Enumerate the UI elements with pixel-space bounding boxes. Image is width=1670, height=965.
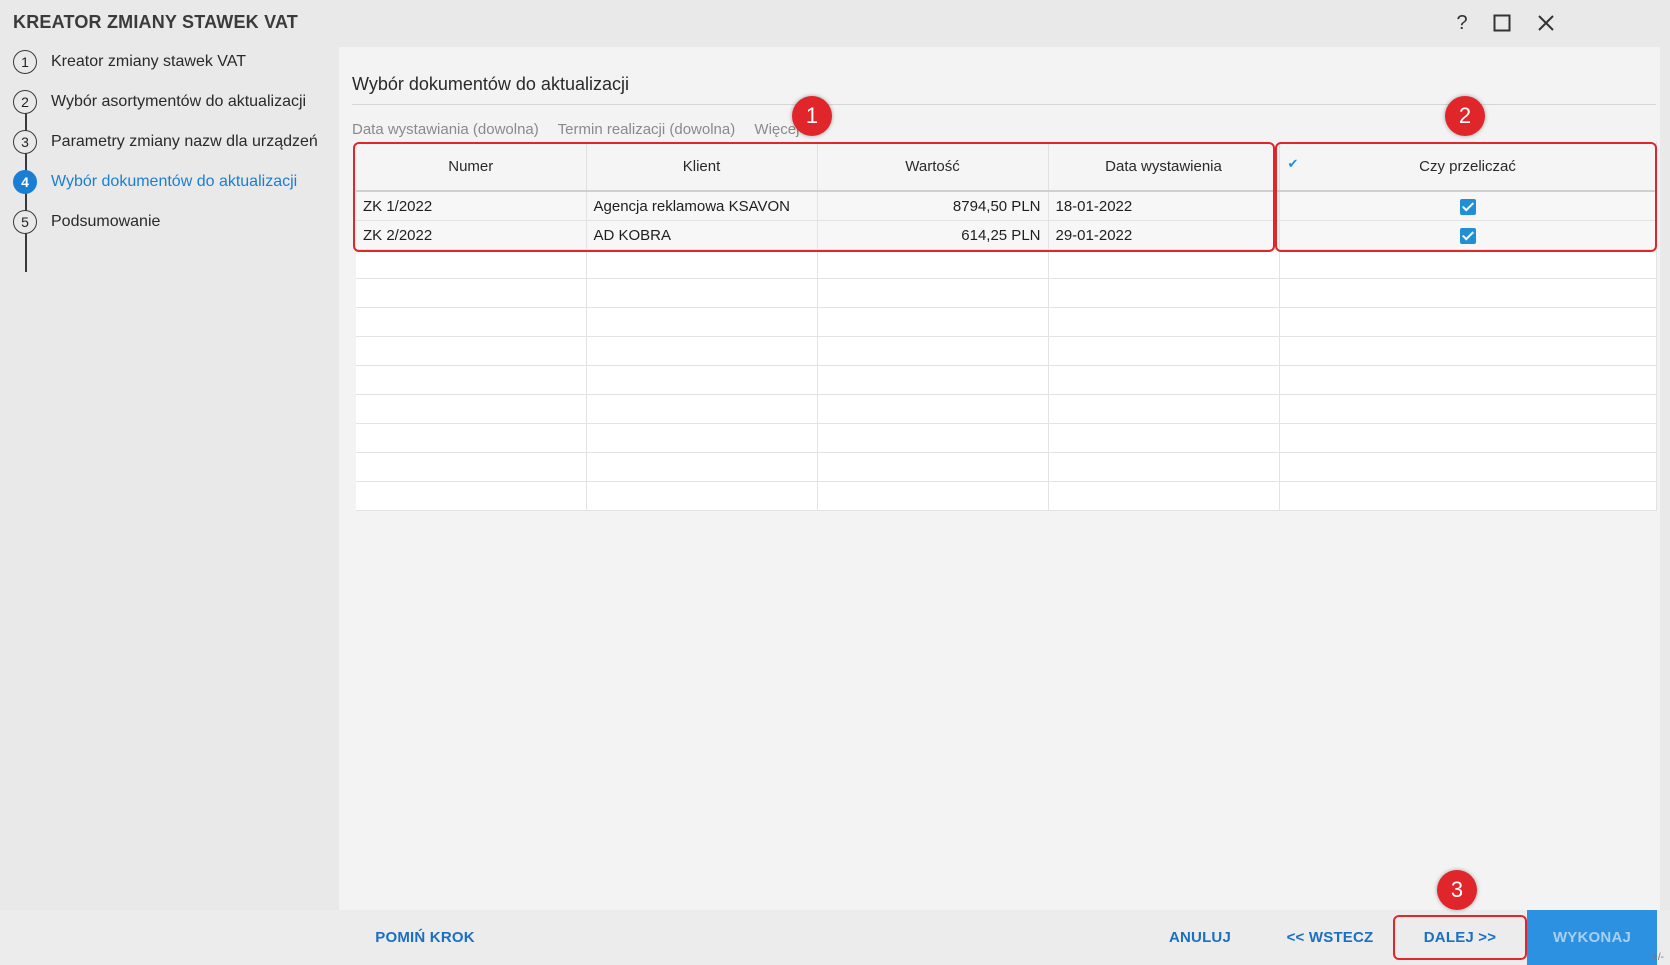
annotation-badge-3: 3 [1437, 870, 1477, 910]
annotation-badge-1: 1 [792, 96, 832, 136]
table-header: Numer Klient Wartość Data wystawienia ✔ … [356, 142, 1657, 192]
table-row[interactable]: ZK 2/2022 AD KOBRA 614,25 PLN 29-01-2022 [356, 220, 1657, 250]
empty-row [356, 394, 1657, 424]
documents-table: Numer Klient Wartość Data wystawienia ✔ … [356, 142, 1657, 511]
step-label: Wybór asortymentów do aktualizacji [51, 93, 307, 110]
wizard-steps: 1 Kreator zmiany stawek VAT 2 Wybór asor… [0, 47, 338, 965]
empty-row [356, 481, 1657, 511]
window-title: KREATOR ZMIANY STAWEK VAT [13, 12, 299, 32]
step-label: Podsumowanie [51, 213, 161, 230]
skip-step-button[interactable]: POMIŃ KROK [355, 910, 495, 965]
footer-bar: POMIŃ KROK ANULUJ << WSTECZ DALEJ >> WYK… [0, 910, 1670, 965]
empty-row [356, 336, 1657, 366]
step-label: Parametry zmiany nazw dla urządzeń [51, 133, 318, 150]
col-data-wystawienia[interactable]: Data wystawienia [1048, 142, 1280, 192]
cell-data: 29-01-2022 [1048, 220, 1280, 250]
col-klient[interactable]: Klient [586, 142, 818, 192]
cell-przeliczac [1279, 220, 1657, 250]
step-number: 1 [13, 50, 37, 74]
select-all-checkbox[interactable]: ✔ [1288, 156, 1299, 172]
step-3[interactable]: 3 Parametry zmiany nazw dla urządzeń [13, 127, 318, 157]
cell-klient: AD KOBRA [586, 220, 818, 250]
step-4[interactable]: 4 Wybór dokumentów do aktualizacji [13, 167, 297, 197]
col-numer[interactable]: Numer [356, 142, 587, 192]
execute-button[interactable]: WYKONAJ [1527, 910, 1657, 965]
recalculate-checkbox[interactable] [1459, 198, 1476, 215]
step-label: Wybór dokumentów do aktualizacji [51, 173, 298, 190]
table-row[interactable]: ZK 1/2022 Agencja reklamowa KSAVON 8794,… [356, 191, 1657, 221]
cell-numer: ZK 2/2022 [356, 220, 587, 250]
page-title: Wybór dokumentów do aktualizacji [352, 74, 629, 94]
empty-row [356, 423, 1657, 453]
close-icon[interactable] [1531, 8, 1561, 38]
empty-row [356, 249, 1657, 279]
recalculate-checkbox[interactable] [1459, 227, 1476, 244]
cell-numer: ZK 1/2022 [356, 191, 587, 221]
cell-wartosc: 614,25 PLN [817, 220, 1049, 250]
empty-row [356, 365, 1657, 395]
cell-przeliczac [1279, 191, 1657, 221]
cell-data: 18-01-2022 [1048, 191, 1280, 221]
step-1[interactable]: 1 Kreator zmiany stawek VAT [13, 47, 246, 77]
main-panel: Wybór dokumentów do aktualizacji Data wy… [339, 47, 1660, 910]
step-5[interactable]: 5 Podsumowanie [13, 207, 160, 237]
cell-wartosc: 8794,50 PLN [817, 191, 1049, 221]
empty-row [356, 452, 1657, 482]
maximize-icon[interactable] [1487, 8, 1517, 38]
step-number: 4 [13, 170, 37, 194]
step-number: 2 [13, 90, 37, 114]
cancel-button[interactable]: ANULUJ [1150, 910, 1250, 965]
col-wartosc[interactable]: Wartość [817, 142, 1049, 192]
annotation-badge-2: 2 [1445, 96, 1485, 136]
col-czy-przeliczac[interactable]: ✔ Czy przeliczać [1279, 142, 1657, 192]
step-label: Kreator zmiany stawek VAT [51, 53, 247, 70]
back-button[interactable]: << WSTECZ [1270, 910, 1390, 965]
next-button[interactable]: DALEJ >> [1395, 910, 1525, 965]
step-number: 5 [13, 210, 37, 234]
help-icon[interactable]: ? [1447, 8, 1477, 38]
filter-bar: Data wystawiania (dowolna) Termin realiz… [352, 121, 814, 138]
filter-issue-date[interactable]: Data wystawiania (dowolna) [352, 121, 539, 138]
step-number: 3 [13, 130, 37, 154]
filter-due-date[interactable]: Termin realizacji (dowolna) [558, 121, 736, 138]
resize-grip-icon[interactable]: +/- [1652, 952, 1664, 963]
cell-klient: Agencja reklamowa KSAVON [586, 191, 818, 221]
empty-row [356, 278, 1657, 308]
step-2[interactable]: 2 Wybór asortymentów do aktualizacji [13, 87, 306, 117]
col-czy-przeliczac-label: Czy przeliczać [1419, 157, 1516, 175]
empty-row [356, 307, 1657, 337]
